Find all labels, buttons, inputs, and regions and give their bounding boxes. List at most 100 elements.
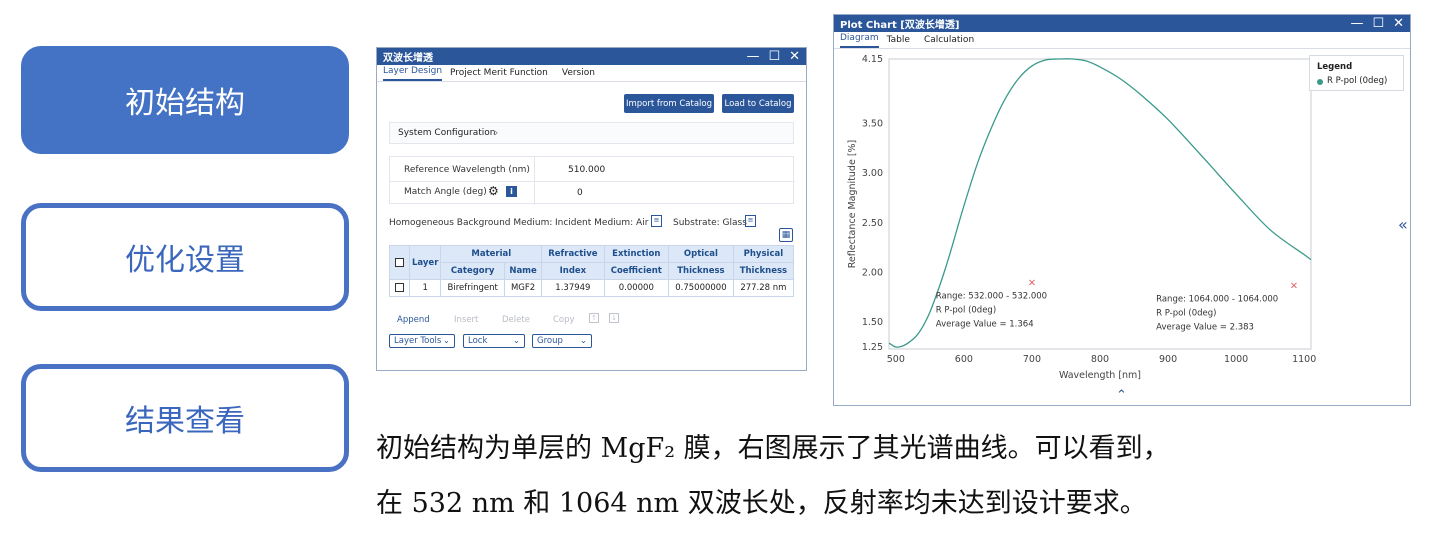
chevron-down-icon: ⌄ bbox=[579, 336, 587, 346]
x-tick-label: 600 bbox=[955, 354, 973, 365]
col-physical-thickness: Thickness bbox=[732, 262, 795, 280]
lock-label: Lock bbox=[468, 336, 488, 346]
legend-box: Legend R P-pol (0deg) bbox=[1309, 55, 1404, 91]
window-title: 双波长增透 bbox=[383, 53, 433, 64]
col-name: Name bbox=[503, 262, 543, 280]
annotation-text: Range: 1064.000 - 1064.000 bbox=[1156, 294, 1278, 304]
layer-tools-dropdown[interactable]: Layer Tools ⌄ bbox=[389, 334, 455, 348]
y-tick-label: 1.50 bbox=[862, 317, 883, 328]
legend-series-label[interactable]: R P-pol (0deg) bbox=[1327, 76, 1387, 86]
step-optimization-settings-button[interactable]: 优化设置 bbox=[21, 203, 349, 311]
col-layer: Layer bbox=[408, 245, 442, 280]
design-tabs: Layer Design Project Merit Function Vers… bbox=[377, 65, 806, 82]
physical-thickness-cell[interactable]: 277.28 nm bbox=[732, 279, 795, 297]
row-checkbox[interactable] bbox=[395, 283, 404, 292]
layers-table: Layer Material Refractive Extinction Opt… bbox=[389, 245, 795, 297]
close-icon[interactable]: ✕ bbox=[789, 50, 800, 63]
chevron-down-icon: ⌄ bbox=[512, 336, 520, 346]
y-tick-label: 4.15 bbox=[862, 54, 883, 65]
delete-button[interactable]: Delete bbox=[502, 315, 530, 325]
maximize-icon[interactable]: ☐ bbox=[768, 50, 780, 63]
append-button[interactable]: Append bbox=[397, 315, 430, 325]
copy-button[interactable]: Copy bbox=[553, 315, 575, 325]
gear-icon[interactable]: ⚙ bbox=[488, 184, 499, 198]
annotation-marker[interactable]: × bbox=[1028, 277, 1036, 288]
lock-dropdown[interactable]: Lock ⌄ bbox=[463, 334, 525, 348]
legend-title: Legend bbox=[1317, 62, 1353, 72]
match-angle-label: Match Angle (deg) bbox=[404, 187, 487, 197]
optical-thickness-cell[interactable]: 0.75000000 bbox=[668, 279, 734, 297]
layer-cell[interactable]: 1 bbox=[408, 279, 442, 297]
step-view-results-button[interactable]: 结果查看 bbox=[21, 364, 349, 472]
import-from-catalog-button[interactable]: Import from Catalog bbox=[624, 94, 714, 113]
y-tick-label: 3.50 bbox=[862, 119, 883, 130]
y-tick-label: 2.00 bbox=[862, 268, 883, 279]
extinction-cell[interactable]: 0.00000 bbox=[603, 279, 670, 297]
col-material: Material bbox=[440, 245, 543, 263]
col-optical-thickness: Thickness bbox=[668, 262, 734, 280]
system-configuration-label: System Configuration bbox=[398, 128, 496, 138]
col-index: Index bbox=[541, 262, 605, 280]
step-label: 优化设置 bbox=[125, 243, 245, 278]
load-to-catalog-button[interactable]: Load to Catalog bbox=[722, 94, 794, 113]
plot-chart-window: Plot Chart [双波长增透] — ☐ ✕ Diagram Table C… bbox=[833, 14, 1411, 406]
info-icon[interactable]: i bbox=[506, 186, 517, 197]
y-tick-label: 3.00 bbox=[862, 168, 883, 179]
x-tick-label: 900 bbox=[1159, 354, 1177, 365]
tab-version[interactable]: Version bbox=[562, 68, 601, 81]
reference-wavelength-input[interactable]: 510.000 bbox=[568, 165, 605, 175]
step-label: 初始结构 bbox=[125, 86, 245, 121]
annotation-marker[interactable]: × bbox=[1290, 280, 1298, 291]
edit-incident-icon[interactable]: ≡ bbox=[651, 215, 662, 227]
group-dropdown[interactable]: Group ⌄ bbox=[532, 334, 592, 348]
table-settings-icon[interactable]: ▦ bbox=[779, 228, 793, 242]
tab-layer-design[interactable]: Layer Design bbox=[383, 66, 443, 81]
insert-button[interactable]: Insert bbox=[454, 315, 478, 325]
minimize-icon[interactable]: — bbox=[746, 50, 759, 63]
name-cell[interactable]: MGF2 bbox=[503, 279, 543, 297]
chevron-right-icon: › bbox=[494, 126, 499, 139]
category-cell[interactable]: Birefringent bbox=[440, 279, 505, 297]
caption-line-2: 在 532 nm 和 1064 nm 双波长处，反射率均未达到设计要求。 bbox=[376, 488, 1147, 519]
chevron-down-icon: ⌄ bbox=[442, 336, 450, 346]
row-select-cell[interactable] bbox=[389, 279, 410, 297]
select-all-cell[interactable] bbox=[389, 245, 410, 280]
col-extinction: Extinction bbox=[603, 245, 670, 263]
y-tick-label: 2.50 bbox=[862, 218, 883, 229]
move-up-icon[interactable]: ↑ bbox=[589, 313, 599, 323]
index-cell[interactable]: 1.37949 bbox=[541, 279, 605, 297]
match-angle-input[interactable]: 0 bbox=[577, 188, 583, 198]
incident-medium-label: Incident Medium: Air bbox=[555, 218, 649, 228]
background-medium-label: Homogeneous Background Medium: bbox=[389, 218, 553, 228]
select-all-checkbox[interactable] bbox=[395, 257, 404, 267]
expand-side-panel-icon[interactable]: « bbox=[1398, 215, 1408, 234]
step-initial-structure-button[interactable]: 初始结构 bbox=[21, 46, 349, 154]
y-tick-label: 1.25 bbox=[862, 342, 883, 353]
annotation-text: R P-pol (0deg) bbox=[1156, 308, 1216, 318]
col-category: Category bbox=[440, 262, 505, 280]
layer-tools-label: Layer Tools bbox=[394, 336, 442, 346]
col-refractive: Refractive bbox=[541, 245, 605, 263]
x-tick-label: 500 bbox=[887, 354, 905, 365]
annotation-text: Average Value = 2.383 bbox=[1156, 322, 1254, 332]
col-optical: Optical bbox=[668, 245, 734, 263]
table-row[interactable]: 1 Birefringent MGF2 1.37949 0.00000 0.75… bbox=[389, 279, 795, 297]
col-physical: Physical bbox=[732, 245, 795, 263]
annotation-text: R P-pol (0deg) bbox=[936, 305, 996, 315]
design-window-titlebar: 双波长增透 — ☐ ✕ bbox=[377, 48, 806, 65]
legend-swatch bbox=[1317, 79, 1323, 85]
x-axis-label: Wavelength [nm] bbox=[1059, 370, 1141, 381]
group-label: Group bbox=[537, 336, 563, 346]
y-axis-label: Reflectance Magnitude [%] bbox=[847, 140, 858, 269]
x-tick-label: 1100 bbox=[1292, 354, 1316, 365]
system-configuration-panel[interactable]: System Configuration › bbox=[389, 122, 794, 144]
move-down-icon[interactable]: ↓ bbox=[609, 313, 619, 323]
collapse-up-icon[interactable]: ⌃ bbox=[1116, 389, 1127, 402]
design-window: 双波长增透 — ☐ ✕ Layer Design Project Merit F… bbox=[376, 47, 807, 371]
tab-project-merit-function[interactable]: Project Merit Function bbox=[450, 68, 554, 81]
edit-substrate-icon[interactable]: ≡ bbox=[745, 215, 756, 227]
x-tick-label: 700 bbox=[1023, 354, 1041, 365]
col-coefficient: Coefficient bbox=[603, 262, 670, 280]
x-tick-label: 1000 bbox=[1224, 354, 1248, 365]
substrate-label: Substrate: Glass bbox=[673, 218, 747, 228]
